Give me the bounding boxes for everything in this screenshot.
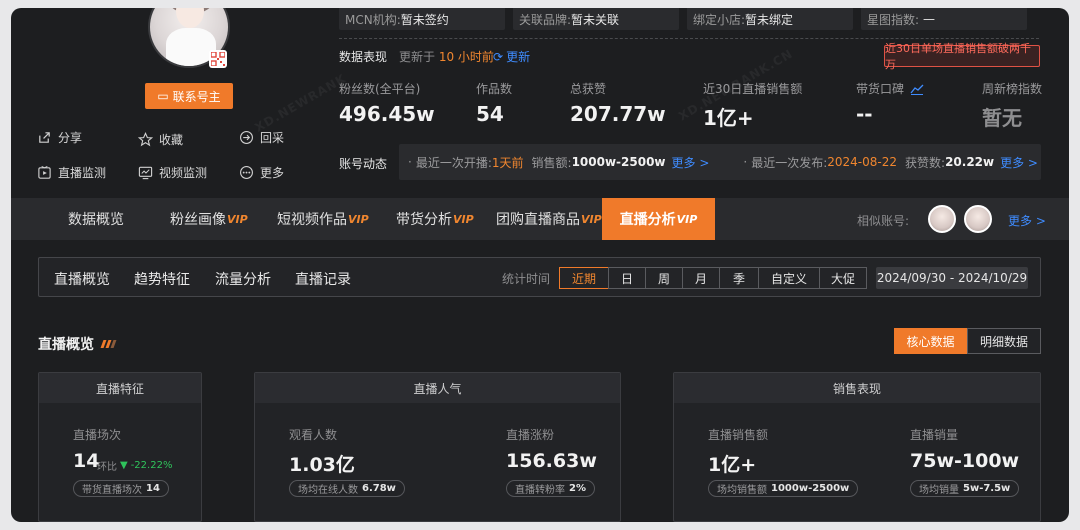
brand-info: 关联品牌: 暂未关联 (513, 8, 679, 30)
similar-more-link[interactable]: 更多 > (1008, 212, 1046, 229)
period-custom[interactable]: 自定义 (758, 267, 820, 289)
more-icon (240, 166, 253, 179)
tab-live-analysis[interactable]: 直播分析 VIP (602, 198, 715, 240)
contact-owner-button[interactable]: ▭ 联系号主 (145, 83, 233, 109)
card-live-popularity: 直播人气 观看人数 1.03亿 场均在线人数 6.78w 直播涨粉 156.63w… (254, 372, 621, 522)
time-label: 统计时间 (502, 272, 551, 286)
period-quarter[interactable]: 季 (719, 267, 759, 289)
dynamics-box: · 最近一次开播: 1天前 销售额: 1000w-2500w 更多 > · 最近… (399, 144, 1041, 180)
stat-pill: 直播转粉率 2% (506, 480, 595, 497)
period-day[interactable]: 日 (608, 267, 646, 289)
sub-nav: 直播概览 趋势特征 流量分析 直播记录 统计时间 近期 日 周 月 季 自定义 … (38, 257, 1041, 297)
video-monitor-icon (138, 166, 153, 180)
tab-group-live-goods[interactable]: 团购直播商品 VIP (496, 198, 602, 240)
refresh-icon: ⟳ (493, 49, 504, 64)
share-icon (39, 132, 50, 143)
detail-data-button[interactable]: 明细数据 (967, 328, 1041, 354)
watermark: XD.NEWRANK (252, 71, 349, 135)
message-icon: ▭ (157, 89, 169, 103)
date-range-picker[interactable]: 2024/09/30 - 2024/10/29 (876, 267, 1028, 289)
down-arrow-icon: ▼ (120, 460, 128, 471)
stat-label: 作品数 (476, 82, 513, 96)
stat-pill: 场均销量 5w-7.5w (910, 480, 1020, 497)
stat-label: 近30日直播销售额 (703, 82, 803, 96)
stat-label: 粉丝数(全平台) (339, 82, 421, 96)
card-sales-performance: 销售表现 直播销售额 1亿+ 场均销售额 1000w-2500w 直播销量 75w… (673, 372, 1041, 522)
period-promo[interactable]: 大促 (819, 267, 867, 289)
similar-label: 相似账号: (857, 214, 910, 228)
stat-label: 总获赞 (570, 82, 607, 96)
stat-pill: 带货直播场次 14 (73, 480, 169, 497)
shop-info: 绑定小店: 暂未绑定 (687, 8, 853, 30)
refresh-button[interactable]: ⟳ 更新 (493, 48, 530, 65)
period-week[interactable]: 周 (645, 267, 683, 289)
dynamics-title: 账号动态 (339, 157, 388, 171)
divider (339, 38, 1039, 39)
stat-value: 1亿+ (703, 106, 754, 130)
sales-volume-value: 75w-100w (910, 450, 1020, 472)
live-monitor-button[interactable]: 直播监测 (37, 164, 106, 181)
stat-pill: 场均销售额 1000w-2500w (708, 480, 859, 497)
qr-code-icon[interactable] (209, 50, 227, 68)
reputation-label: 带货口碑 (856, 80, 924, 97)
live-count-value: 14 (73, 450, 100, 472)
sales-amount-value: 1亿+ (708, 454, 757, 476)
card-live-feature: 直播特征 直播场次 14 环比 ▼ -22.22% 带货直播场次 14 (38, 372, 202, 522)
sales-alert-badge: 近30日单场直播销售额破两千万 (884, 42, 1040, 71)
mcn-info: MCN机构: 暂未签约 (339, 8, 505, 30)
video-monitor-button[interactable]: 视频监测 (138, 164, 207, 181)
similar-account-avatar[interactable] (964, 205, 992, 233)
tab-short-videos[interactable]: 短视频作品 VIP (277, 198, 369, 240)
app-window: XD.NEWRANK XD.NEWRANK.CN ▭ 联系号主 分享 收藏 回采… (11, 8, 1069, 522)
more-button[interactable]: 更多 (239, 164, 284, 181)
data-perf-title: 数据表现 (339, 50, 388, 64)
dynamics-more-link[interactable]: 更多 > (672, 154, 710, 171)
update-time: 更新于 10 小时前 (399, 50, 494, 64)
overview-title: 直播概览 (38, 334, 117, 354)
recollect-button[interactable]: 回采 (239, 129, 284, 146)
stat-value: 496.45w (339, 102, 435, 126)
viewers-value: 1.03亿 (289, 454, 355, 476)
similar-account-avatar[interactable] (928, 205, 956, 233)
stat-value: 54 (476, 102, 504, 126)
stat-label: 周新榜指数 (982, 82, 1043, 96)
stat-value: 207.77w (570, 102, 666, 126)
title-decoration (100, 340, 117, 348)
period-recent[interactable]: 近期 (559, 267, 609, 289)
stat-pill: 场均在线人数 6.78w (289, 480, 405, 497)
period-month[interactable]: 月 (682, 267, 720, 289)
subnav-live-records[interactable]: 直播记录 (295, 269, 351, 289)
star-icon (138, 132, 153, 147)
stat-value: -- (856, 102, 873, 126)
share-button[interactable]: 分享 (37, 129, 82, 146)
ratio-change: 环比 ▼ -22.22% (97, 460, 173, 473)
trend-chart-icon[interactable] (910, 83, 924, 95)
stat-value: 暂无 (982, 106, 1022, 130)
tab-fans-profile[interactable]: 粉丝画像 VIP (170, 198, 248, 240)
favorite-button[interactable]: 收藏 (138, 131, 183, 148)
subnav-live-overview[interactable]: 直播概览 (54, 269, 110, 289)
dynamics-more-link[interactable]: 更多 > (1000, 154, 1038, 171)
enter-icon (240, 131, 253, 144)
core-data-button[interactable]: 核心数据 (894, 328, 967, 354)
fans-gain-value: 156.63w (506, 450, 597, 472)
star-index-info: 星图指数: — (861, 8, 1027, 30)
live-monitor-icon (38, 165, 51, 179)
subnav-traffic[interactable]: 流量分析 (215, 269, 271, 289)
tab-sales-analysis[interactable]: 带货分析 VIP (396, 198, 474, 240)
tab-data-overview[interactable]: 数据概览 (68, 198, 125, 240)
subnav-trend[interactable]: 趋势特征 (134, 269, 190, 289)
main-tabs: 数据概览 粉丝画像 VIP 短视频作品 VIP 带货分析 VIP 团购直播商品 VIP … (11, 198, 1069, 240)
